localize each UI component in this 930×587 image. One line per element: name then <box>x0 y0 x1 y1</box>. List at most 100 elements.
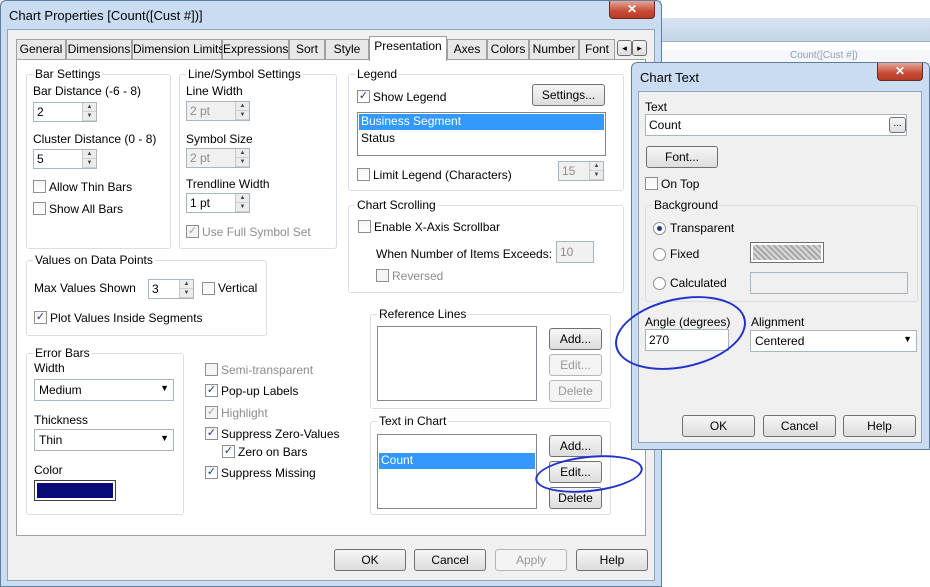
tab-sort[interactable]: Sort <box>289 39 325 60</box>
chart-text-help-button[interactable]: Help <box>843 415 916 437</box>
use-full-symbol-set-checkbox[interactable]: ✓ <box>186 225 199 238</box>
cluster-distance-spinner[interactable]: 5 ▲ ▼ <box>33 149 97 169</box>
transparent-radio[interactable] <box>653 222 666 235</box>
tab-expressions[interactable]: Expressions <box>222 39 289 60</box>
spin-up-icon[interactable]: ▲ <box>83 103 96 112</box>
spin-down-icon[interactable]: ▼ <box>236 158 249 167</box>
error-color-button[interactable] <box>34 480 116 501</box>
tab-style[interactable]: Style <box>325 39 369 60</box>
symbol-size-value: 2 pt <box>190 151 211 165</box>
tab-scroll-right-button[interactable]: ▸ <box>632 40 647 56</box>
spin-up-icon[interactable]: ▲ <box>236 149 249 158</box>
spin-up-icon[interactable]: ▲ <box>236 102 249 111</box>
main-close-button[interactable]: ✕ <box>609 1 655 19</box>
tab-presentation[interactable]: Presentation <box>369 36 447 61</box>
tab-general[interactable]: General <box>16 39 66 60</box>
arrow-right-icon: ▸ <box>637 43 642 53</box>
alignment-dropdown[interactable]: Centered ▼ <box>750 330 917 352</box>
spin-down-icon[interactable]: ▼ <box>180 289 193 298</box>
limit-legend-spinner[interactable]: 15 ▲ ▼ <box>558 161 604 181</box>
popup-labels-checkbox[interactable]: ✓ <box>205 384 218 397</box>
symbol-size-label: Symbol Size <box>186 132 253 146</box>
error-width-dropdown[interactable]: Medium ▼ <box>34 379 174 401</box>
spin-down-icon[interactable]: ▼ <box>590 171 603 180</box>
enable-scrollbar-checkbox[interactable] <box>358 220 371 233</box>
plot-values-inside-checkbox[interactable]: ✓ <box>34 311 47 324</box>
fixed-color-button[interactable] <box>750 242 824 263</box>
text-in-chart-add-button[interactable]: Add... <box>549 435 602 457</box>
list-item[interactable]: Business Segment <box>359 114 604 130</box>
angle-input-value: 270 <box>649 333 670 347</box>
tab-axes[interactable]: Axes <box>447 39 487 60</box>
apply-button[interactable]: Apply <box>495 549 567 571</box>
tab-dimensions[interactable]: Dimensions <box>66 39 132 60</box>
suppress-missing-checkbox[interactable]: ✓ <box>205 466 218 479</box>
semi-transparent-checkbox[interactable] <box>205 363 218 376</box>
popup-labels-label: Pop-up Labels <box>221 384 299 398</box>
tab-number[interactable]: Number <box>529 39 579 60</box>
spin-up-icon[interactable]: ▲ <box>236 194 249 203</box>
trendline-width-spinner[interactable]: 1 pt ▲ ▼ <box>186 193 250 213</box>
when-exceeds-input[interactable]: 10 <box>556 241 594 263</box>
show-legend-checkbox[interactable]: ✓ <box>357 90 370 103</box>
tab-colors[interactable]: Colors <box>487 39 529 60</box>
tab-font[interactable]: Font <box>579 39 615 60</box>
chart-text-title: Chart Text <box>640 70 700 85</box>
arrow-left-icon: ◂ <box>622 43 627 53</box>
on-top-checkbox[interactable] <box>645 177 658 190</box>
spin-down-icon[interactable]: ▼ <box>83 112 96 121</box>
bar-distance-value: 2 <box>37 105 44 119</box>
text-input[interactable]: Count <box>645 114 907 136</box>
help-button[interactable]: Help <box>576 549 648 571</box>
spin-up-icon[interactable]: ▲ <box>180 280 193 289</box>
legend-settings-button[interactable]: Settings... <box>532 84 605 106</box>
list-item[interactable]: Count <box>379 453 535 469</box>
spin-up-icon[interactable]: ▲ <box>83 150 96 159</box>
symbol-size-spinner[interactable]: 2 pt ▲ ▼ <box>186 148 250 168</box>
on-top-label: On Top <box>661 177 700 191</box>
cancel-button[interactable]: Cancel <box>414 549 486 571</box>
calculated-input[interactable] <box>750 272 908 294</box>
error-bars-title: Error Bars <box>33 346 92 360</box>
chart-text-close-button[interactable]: ✕ <box>877 63 923 81</box>
legend-title: Legend <box>355 67 400 81</box>
error-thickness-dropdown[interactable]: Thin ▼ <box>34 429 174 451</box>
reference-lines-listbox[interactable] <box>377 326 537 401</box>
font-button[interactable]: Font... <box>646 146 718 168</box>
text-browse-button[interactable]: ... <box>889 117 906 133</box>
trendline-width-label: Trendline Width <box>186 177 270 191</box>
reference-lines-edit-button[interactable]: Edit... <box>549 354 602 376</box>
fixed-radio[interactable] <box>653 248 666 261</box>
text-in-chart-listbox[interactable]: Count <box>377 434 537 509</box>
line-width-spinner[interactable]: 2 pt ▲ ▼ <box>186 101 250 121</box>
reference-lines-delete-button[interactable]: Delete <box>549 380 602 402</box>
reversed-checkbox[interactable] <box>376 269 389 282</box>
ok-button[interactable]: OK <box>334 549 406 571</box>
spin-down-icon[interactable]: ▼ <box>236 203 249 212</box>
chart-text-ok-button[interactable]: OK <box>682 415 755 437</box>
text-in-chart-delete-button[interactable]: Delete <box>549 487 602 509</box>
text-in-chart-edit-button[interactable]: Edit... <box>549 461 602 483</box>
list-item[interactable]: Status <box>359 131 604 147</box>
suppress-zero-values-checkbox[interactable]: ✓ <box>205 427 218 440</box>
zero-on-bars-checkbox[interactable]: ✓ <box>222 445 235 458</box>
vertical-checkbox[interactable] <box>202 282 215 295</box>
spin-down-icon[interactable]: ▼ <box>83 159 96 168</box>
chevron-down-icon: ▼ <box>160 383 169 393</box>
calculated-radio[interactable] <box>653 277 666 290</box>
chart-text-cancel-button[interactable]: Cancel <box>763 415 836 437</box>
legend-listbox[interactable]: Business Segment Status <box>357 112 606 156</box>
max-values-shown-spinner[interactable]: 3 ▲ ▼ <box>148 279 194 299</box>
reference-lines-add-button[interactable]: Add... <box>549 328 602 350</box>
spin-up-icon[interactable]: ▲ <box>590 162 603 171</box>
spin-down-icon[interactable]: ▼ <box>236 111 249 120</box>
highlight-checkbox[interactable]: ✓ <box>205 406 218 419</box>
bar-distance-spinner[interactable]: 2 ▲ ▼ <box>33 102 97 122</box>
tab-scroll-left-button[interactable]: ◂ <box>617 40 632 56</box>
tab-dimension-limits[interactable]: Dimension Limits <box>132 39 224 60</box>
limit-legend-checkbox[interactable] <box>357 168 370 181</box>
main-titlebar: Chart Properties [Count([Cust #])] ✕ <box>1 1 661 31</box>
angle-input[interactable]: 270 <box>645 329 729 351</box>
show-all-bars-checkbox[interactable] <box>33 202 46 215</box>
allow-thin-bars-checkbox[interactable] <box>33 180 46 193</box>
